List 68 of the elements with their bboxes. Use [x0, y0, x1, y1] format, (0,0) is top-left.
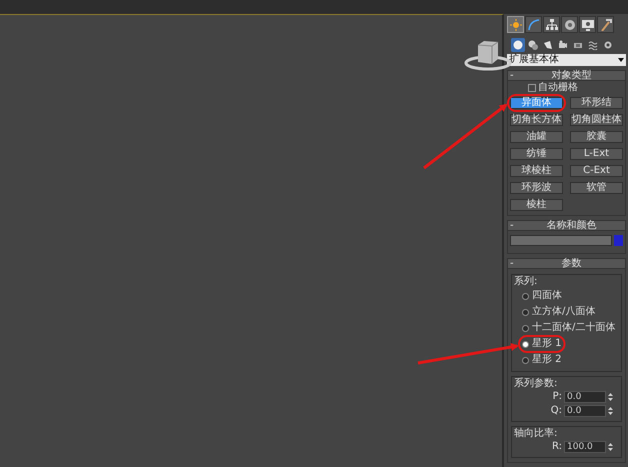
object-button[interactable]: L-Ext — [570, 148, 623, 160]
radio-button[interactable] — [522, 308, 529, 316]
hierarchy-icon — [546, 18, 558, 30]
command-tab[interactable] — [543, 16, 560, 33]
category-tab[interactable] — [541, 38, 555, 52]
helper-icon — [573, 40, 583, 50]
collapse-sign: - — [509, 70, 515, 82]
radio-label: 立方体/八面体 — [532, 306, 596, 318]
shapes-icon — [528, 40, 538, 50]
rollout-title: 名称和颜色 — [546, 220, 598, 232]
command-tab[interactable] — [525, 16, 542, 33]
color-swatch[interactable] — [614, 235, 623, 246]
annotation-loop — [518, 335, 566, 353]
category-tab[interactable] — [526, 38, 540, 52]
collapse-sign: - — [509, 258, 515, 270]
waves-icon — [588, 40, 598, 50]
radio-button[interactable] — [522, 340, 529, 348]
radio-label: 星形 1 — [532, 338, 562, 350]
spinner-icon[interactable] — [608, 392, 613, 402]
object-button[interactable]: 环形波 — [510, 182, 563, 194]
field-label: R: — [552, 441, 562, 453]
group-title: 轴向比率: — [514, 428, 558, 440]
sphere-icon — [513, 40, 523, 50]
radio-button[interactable] — [522, 324, 529, 332]
command-tab[interactable] — [597, 16, 614, 33]
spinner-icon[interactable] — [608, 406, 613, 416]
camera-icon — [558, 40, 568, 50]
curve-icon — [528, 18, 540, 30]
object-button[interactable]: 纺锤 — [510, 148, 563, 160]
command-tab[interactable] — [561, 16, 578, 33]
object-button[interactable]: 软管 — [570, 182, 623, 194]
object-button[interactable]: 切角长方体 — [510, 114, 563, 126]
group-title: 系列参数: — [514, 378, 558, 390]
rollout-title: 参数 — [560, 258, 582, 270]
rollout-header[interactable]: - 参数 — [507, 258, 626, 269]
number-field[interactable]: 0.0 — [564, 405, 606, 417]
checkbox-label: 自动栅格 — [538, 82, 578, 94]
checkbox[interactable] — [528, 84, 536, 92]
spinner-icon[interactable] — [608, 442, 613, 452]
group-title: 系列: — [514, 276, 538, 288]
radio-label: 星形 2 — [532, 354, 562, 366]
radio-button[interactable] — [522, 292, 529, 300]
command-tab[interactable] — [579, 16, 596, 33]
object-button[interactable]: C-Ext — [570, 165, 623, 177]
radio-button[interactable] — [522, 356, 529, 364]
object-button[interactable]: 棱柱 — [510, 199, 563, 211]
hammer-icon — [600, 18, 612, 30]
object-button[interactable]: 异面体 — [510, 97, 563, 109]
field-label: P: — [552, 391, 562, 403]
number-field[interactable]: 0.0 — [564, 391, 606, 403]
caret-icon — [618, 58, 624, 62]
radio-label: 四面体 — [532, 290, 562, 302]
annotation-loop — [507, 94, 566, 112]
rollout-header[interactable]: - 名称和颜色 — [507, 220, 626, 231]
object-button[interactable]: 环形结 — [570, 97, 623, 109]
category-tab[interactable] — [511, 38, 525, 52]
field-label: Q: — [550, 405, 562, 417]
collapse-sign: - — [509, 220, 515, 232]
object-button[interactable]: 胶囊 — [570, 131, 623, 143]
rollout-title: 对象类型 — [550, 70, 592, 82]
name-field[interactable] — [510, 235, 612, 246]
rollout-header[interactable]: - 对象类型 — [507, 70, 626, 81]
object-button[interactable]: 油罐 — [510, 131, 563, 143]
object-button[interactable]: 球棱柱 — [510, 165, 563, 177]
display-icon — [582, 18, 594, 30]
number-field[interactable]: 100.0 — [564, 441, 606, 453]
radio-label: 十二面体/二十面体 — [532, 322, 616, 334]
object-button[interactable]: 切角圆柱体 — [570, 114, 623, 126]
